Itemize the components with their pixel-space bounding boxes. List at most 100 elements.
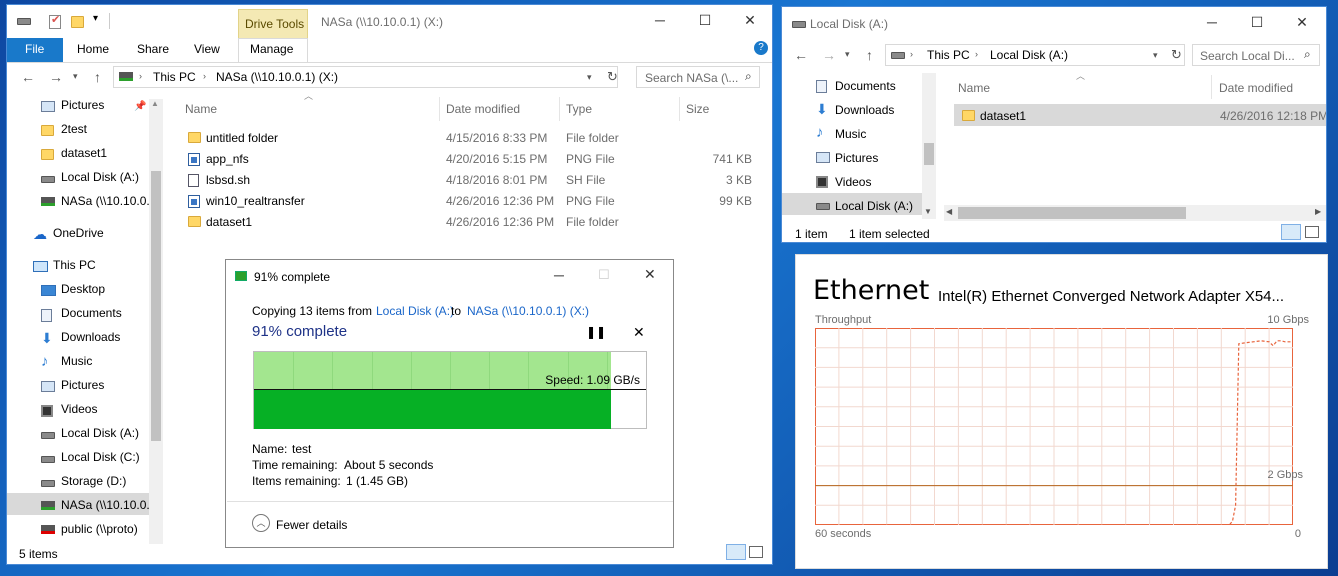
nav-scroll-up-icon[interactable]: ▲ [151,99,159,108]
file-name[interactable]: lsbsd.sh [206,173,250,187]
tab-home[interactable]: Home [77,42,109,56]
search-input[interactable]: Search NASa (\... [645,71,738,85]
scroll-right-icon[interactable]: ▶ [1315,207,1321,216]
minimize-button[interactable]: ─ [637,5,683,35]
back-icon[interactable]: ← [21,69,35,85]
mark-label: 2 Gbps [1267,469,1303,481]
maximize-button[interactable]: ☐ [682,5,728,35]
minimize-button[interactable]: ─ [1189,7,1235,37]
nav-item[interactable]: OneDrive [53,226,104,240]
pin-icon[interactable]: 📌 [134,101,146,112]
address-dropdown-icon[interactable]: ▾ [587,72,592,83]
tab-share[interactable]: Share [137,42,169,56]
tab-view[interactable]: View [194,42,220,56]
details-view-icon[interactable] [1281,224,1301,240]
details-view-icon[interactable] [726,544,746,560]
pictures-icon [816,152,830,163]
close-button[interactable]: ✕ [1279,7,1325,37]
progress-fill-speed [254,389,611,429]
nav-scroll-thumb[interactable] [924,143,934,165]
large-icons-view-icon[interactable] [749,546,763,558]
nav-item[interactable]: Pictures [61,98,104,112]
nav-item[interactable]: 2test [61,122,87,136]
breadcrumb-this-pc[interactable]: This PC [153,70,196,84]
horizontal-scroll-thumb[interactable] [958,207,1186,219]
file-name[interactable]: untitled folder [206,131,278,145]
forward-icon[interactable]: → [822,47,836,63]
column-date[interactable]: Date modified [1219,81,1293,95]
copy-icon [235,271,247,281]
column-name[interactable]: Name [958,81,990,95]
nav-item[interactable]: NASa (\\10.10.0. [61,498,150,512]
nav-item[interactable]: Local Disk (A:) [61,170,139,184]
up-icon[interactable]: ↑ [94,69,101,85]
pause-icon[interactable]: ❚❚ [586,325,606,339]
scroll-left-icon[interactable]: ◀ [946,207,952,216]
forward-icon[interactable]: → [49,69,63,85]
column-type[interactable]: Type [566,102,592,116]
back-icon[interactable]: ← [794,47,808,63]
file-name[interactable]: dataset1 [980,109,1026,123]
copy-dest-link[interactable]: NASa (\\10.10.0.1) (X:) [467,304,589,318]
nav-item[interactable]: Downloads [61,330,120,344]
recent-locations-icon[interactable]: ▾ [73,71,78,82]
progress-grid-line [567,352,569,389]
nav-item[interactable]: Local Disk (A:) [835,199,913,213]
file-name[interactable]: dataset1 [206,215,252,229]
nav-item[interactable]: Videos [835,175,871,189]
breadcrumb-this-pc[interactable]: This PC [927,48,970,62]
nav-item[interactable]: Pictures [835,151,878,165]
address-dropdown-icon[interactable]: ▾ [1153,50,1158,61]
breadcrumb-nas[interactable]: NASa (\\10.10.0.1) (X:) [216,70,338,84]
column-name[interactable]: Name [185,102,217,116]
folder-icon [188,132,201,143]
maximize-button[interactable]: ☐ [1234,7,1280,37]
breadcrumb-local-disk[interactable]: Local Disk (A:) [990,48,1068,62]
nav-item[interactable]: Local Disk (C:) [61,450,140,464]
throughput-label: Throughput [815,314,872,326]
refresh-icon[interactable]: ↻ [607,69,618,85]
nav-item[interactable]: Videos [61,402,97,416]
tab-manage[interactable]: Manage [250,42,293,56]
nav-item[interactable]: Downloads [835,103,894,117]
dialog-minimize-button[interactable]: ─ [554,267,564,283]
nav-item[interactable]: Pictures [61,378,104,392]
file-date: 4/26/2016 12:18 PM [1220,109,1327,123]
column-date[interactable]: Date modified [446,102,520,116]
nav-item[interactable]: public (\\proto) [61,522,138,536]
nav-item[interactable]: Local Disk (A:) [61,426,139,440]
file-name[interactable]: win10_realtransfer [206,194,305,208]
nav-scroll-down-icon[interactable]: ▼ [924,207,932,216]
nav-item[interactable]: Documents [61,306,122,320]
file-type: PNG File [566,152,615,166]
nav-item[interactable]: dataset1 [61,146,107,160]
properties-icon[interactable]: ✔ [49,14,61,29]
cancel-icon[interactable]: ✕ [633,324,645,341]
nav-item[interactable]: Music [835,127,866,141]
max-label: 10 Gbps [1267,314,1309,326]
nav-item[interactable]: Storage (D:) [61,474,126,488]
fewer-details-button[interactable]: Fewer details [276,518,347,532]
quick-access-dropdown-icon[interactable]: ▾ [93,13,98,24]
new-folder-icon[interactable] [71,16,84,28]
close-button[interactable]: ✕ [727,5,772,35]
nav-scroll-thumb[interactable] [151,171,161,441]
recent-locations-icon[interactable]: ▾ [845,49,850,60]
onedrive-icon: ☁ [33,226,47,242]
nav-item[interactable]: This PC [53,258,96,272]
nav-item[interactable]: Documents [835,79,896,93]
refresh-icon[interactable]: ↻ [1171,47,1182,63]
copy-source-link[interactable]: Local Disk (A:) [376,304,454,318]
up-icon[interactable]: ↑ [866,47,873,63]
png-file-icon [188,195,200,208]
nav-item[interactable]: NASa (\\10.10.0. [61,194,150,208]
collapse-chevron-icon[interactable]: ︿ [252,514,270,532]
nav-item[interactable]: Music [61,354,92,368]
column-size[interactable]: Size [686,102,709,116]
search-input[interactable]: Search Local Di... [1200,49,1295,63]
ribbon-expand-icon[interactable]: ? [754,41,768,55]
file-name[interactable]: app_nfs [206,152,249,166]
dialog-close-button[interactable]: ✕ [644,266,656,283]
nav-item[interactable]: Desktop [61,282,105,296]
large-icons-view-icon[interactable] [1305,226,1319,238]
